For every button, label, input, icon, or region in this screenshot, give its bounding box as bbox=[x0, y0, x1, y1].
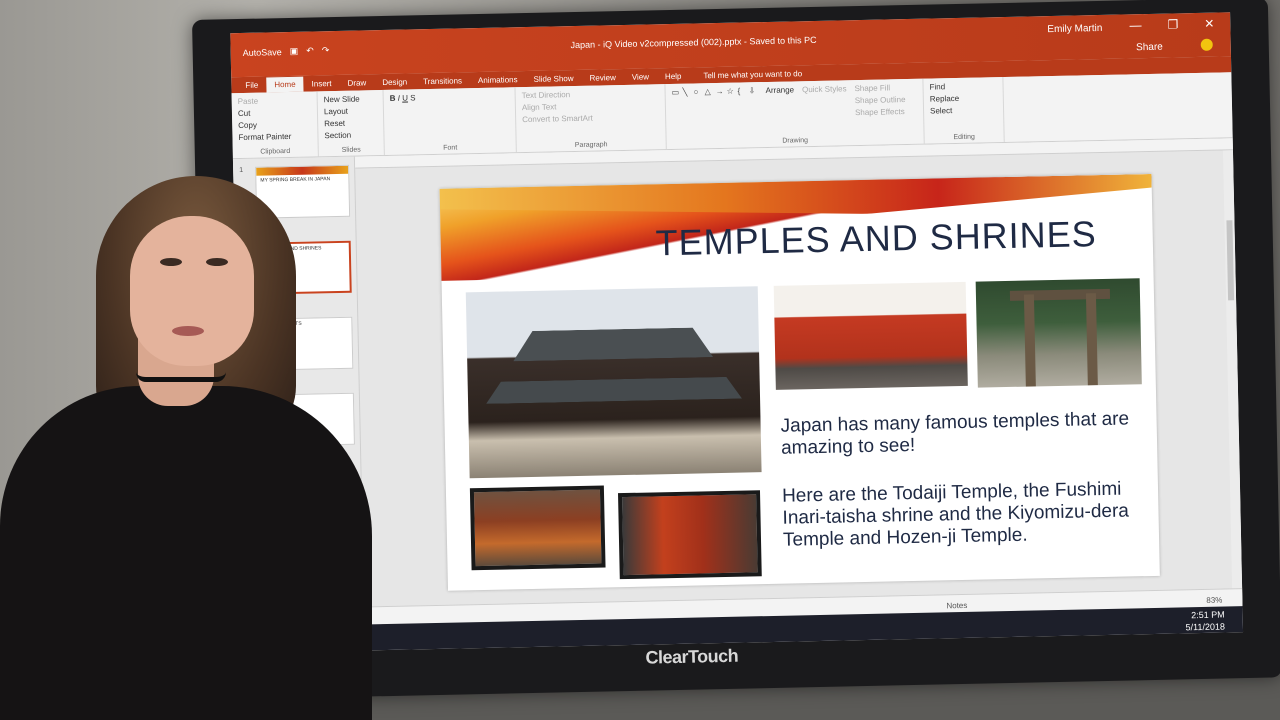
redo-icon[interactable]: ↷ bbox=[322, 45, 330, 56]
torii-gate-photo[interactable] bbox=[975, 278, 1142, 388]
presenter-eye bbox=[160, 258, 182, 266]
editor-body: 1 MY SPRING BREAK IN JAPAN 2 TEMPLES AND… bbox=[232, 138, 1243, 632]
paragraph-group-label: Paragraph bbox=[574, 141, 608, 150]
tab-design[interactable]: Design bbox=[374, 74, 415, 90]
tab-slide-show[interactable]: Slide Show bbox=[525, 71, 581, 87]
presenter-choker bbox=[136, 372, 226, 382]
cut-button[interactable]: Cut bbox=[238, 108, 311, 118]
paste-button[interactable]: Paste bbox=[238, 96, 311, 106]
tab-file[interactable]: File bbox=[237, 77, 266, 93]
editing-group: Find Replace Select Editing bbox=[923, 77, 1005, 144]
arrow-down-shape-icon[interactable]: ⇩ bbox=[749, 86, 759, 143]
slides-group: New Slide Layout Reset Section Slides bbox=[317, 90, 385, 157]
minimize-icon[interactable]: — bbox=[1129, 18, 1141, 32]
quick-access-toolbar: AutoSave ▣ ↶ ↷ bbox=[243, 45, 330, 58]
presenter bbox=[0, 176, 372, 720]
system-tray-clock[interactable]: 2:51 PM 5/11/2018 bbox=[1185, 609, 1225, 634]
rectangle-shape-icon[interactable]: ▭ bbox=[672, 88, 682, 145]
presenter-torso bbox=[0, 386, 372, 720]
tab-insert[interactable]: Insert bbox=[303, 76, 339, 92]
star-shape-icon[interactable]: ☆ bbox=[727, 87, 737, 144]
align-text-button[interactable]: Align Text bbox=[522, 100, 659, 112]
shape-outline-button[interactable]: Shape Outline bbox=[855, 95, 906, 105]
tab-draw[interactable]: Draw bbox=[339, 75, 374, 91]
font-group-label: Font bbox=[443, 144, 458, 152]
share-label: Share bbox=[1135, 41, 1163, 54]
shape-format-buttons: Shape Fill Shape Outline Shape Effects bbox=[854, 83, 906, 141]
quick-styles-button[interactable]: Quick Styles bbox=[802, 84, 848, 142]
shape-effects-button[interactable]: Shape Effects bbox=[855, 107, 906, 117]
find-button[interactable]: Find bbox=[929, 81, 996, 91]
user-name[interactable]: Emily Martin bbox=[1047, 23, 1102, 35]
brace-shape-icon[interactable]: { bbox=[738, 86, 748, 143]
clock-date: 5/11/2018 bbox=[1185, 621, 1226, 633]
undo-icon[interactable]: ↶ bbox=[306, 45, 314, 56]
todaiji-temple-photo[interactable] bbox=[465, 286, 762, 479]
temple-lower-roof bbox=[486, 377, 742, 404]
document-title: Japan - iQ Video v2compressed (002).pptx… bbox=[570, 34, 817, 51]
kiyomizu-dera-photo[interactable] bbox=[469, 485, 606, 571]
autosave-toggle[interactable]: AutoSave bbox=[243, 47, 282, 58]
presenter-face bbox=[130, 216, 254, 366]
section-button[interactable]: Section bbox=[324, 130, 377, 141]
save-icon[interactable]: ▣ bbox=[290, 46, 299, 57]
slide-paragraph-1[interactable]: Japan has many famous temples that are a… bbox=[780, 408, 1141, 460]
temple-roof bbox=[513, 327, 714, 361]
restore-icon[interactable]: ❐ bbox=[1167, 17, 1178, 31]
vertical-scrollbar[interactable] bbox=[1222, 150, 1243, 611]
copy-button[interactable]: Copy bbox=[238, 120, 311, 130]
format-painter-button[interactable]: Format Painter bbox=[238, 132, 311, 142]
clipboard-group-label: Clipboard bbox=[260, 147, 291, 156]
torii-post bbox=[1085, 293, 1098, 386]
torii-post bbox=[1023, 294, 1036, 387]
clock-time: 2:51 PM bbox=[1191, 609, 1225, 621]
convert-smartart-button[interactable]: Convert to SmartArt bbox=[522, 112, 659, 124]
presenter-mouth bbox=[172, 326, 204, 336]
new-slide-button[interactable]: New Slide bbox=[324, 94, 377, 105]
scrollbar-thumb[interactable] bbox=[1226, 220, 1235, 301]
font-group: B I U S Font bbox=[383, 87, 517, 155]
layout-button[interactable]: Layout bbox=[324, 106, 377, 117]
tab-home[interactable]: Home bbox=[266, 76, 304, 93]
notes-button[interactable]: Notes bbox=[946, 601, 967, 610]
arrow-shape-icon[interactable]: → bbox=[716, 87, 726, 144]
tab-review[interactable]: Review bbox=[581, 70, 624, 86]
shrine-photo[interactable] bbox=[773, 281, 968, 390]
powerpoint-window: AutoSave ▣ ↶ ↷ Japan - iQ Video v2compre… bbox=[230, 12, 1244, 654]
display-brand-logo: ClearTouch bbox=[645, 645, 739, 668]
slides-group-label: Slides bbox=[341, 146, 361, 154]
arrange-button[interactable]: Arrange bbox=[766, 85, 796, 143]
slide-canvas[interactable]: TEMPLES AND SHRINES Japan has many famou… bbox=[439, 173, 1160, 591]
editing-group-label: Editing bbox=[953, 133, 975, 142]
replace-button[interactable]: Replace bbox=[930, 93, 997, 104]
clipboard-group: Paste Cut Copy Format Painter Clipboard bbox=[231, 91, 319, 159]
tab-view[interactable]: View bbox=[624, 69, 658, 85]
window-controls: — ❐ ✕ bbox=[1129, 17, 1214, 33]
oval-shape-icon[interactable]: ○ bbox=[694, 87, 704, 144]
tab-animations[interactable]: Animations bbox=[470, 72, 526, 88]
thumbnail-number: 1 bbox=[239, 166, 244, 175]
tab-transitions[interactable]: Transitions bbox=[415, 73, 470, 89]
zoom-level[interactable]: 83% bbox=[1206, 596, 1222, 605]
select-button[interactable]: Select bbox=[930, 105, 997, 115]
reset-button[interactable]: Reset bbox=[324, 118, 377, 128]
share-button[interactable]: Share bbox=[1136, 42, 1163, 54]
drawing-group: ▭ ╲ ○ △ → ☆{⇩ Arrange Quick Styles Shape Fill… bbox=[665, 78, 925, 150]
line-shape-icon[interactable]: ╲ bbox=[683, 88, 693, 145]
presenter-eye bbox=[206, 258, 228, 266]
triangle-shape-icon[interactable]: △ bbox=[705, 87, 715, 144]
hozen-ji-photo[interactable] bbox=[618, 490, 762, 580]
paragraph-group: Text Direction Align Text Convert to Sma… bbox=[515, 84, 667, 153]
shapes-gallery[interactable]: ▭ ╲ ○ △ → ☆{⇩ bbox=[672, 86, 759, 145]
text-direction-button[interactable]: Text Direction bbox=[522, 88, 659, 100]
shape-fill-button[interactable]: Shape Fill bbox=[854, 83, 905, 93]
font-style-buttons[interactable]: B I U S bbox=[390, 91, 509, 103]
smiley-feedback-icon[interactable] bbox=[1200, 38, 1213, 51]
close-icon[interactable]: ✕ bbox=[1204, 17, 1214, 31]
tab-help[interactable]: Help bbox=[657, 69, 690, 85]
slide-paragraph-2[interactable]: Here are the Todaiji Temple, the Fushimi… bbox=[782, 478, 1143, 552]
